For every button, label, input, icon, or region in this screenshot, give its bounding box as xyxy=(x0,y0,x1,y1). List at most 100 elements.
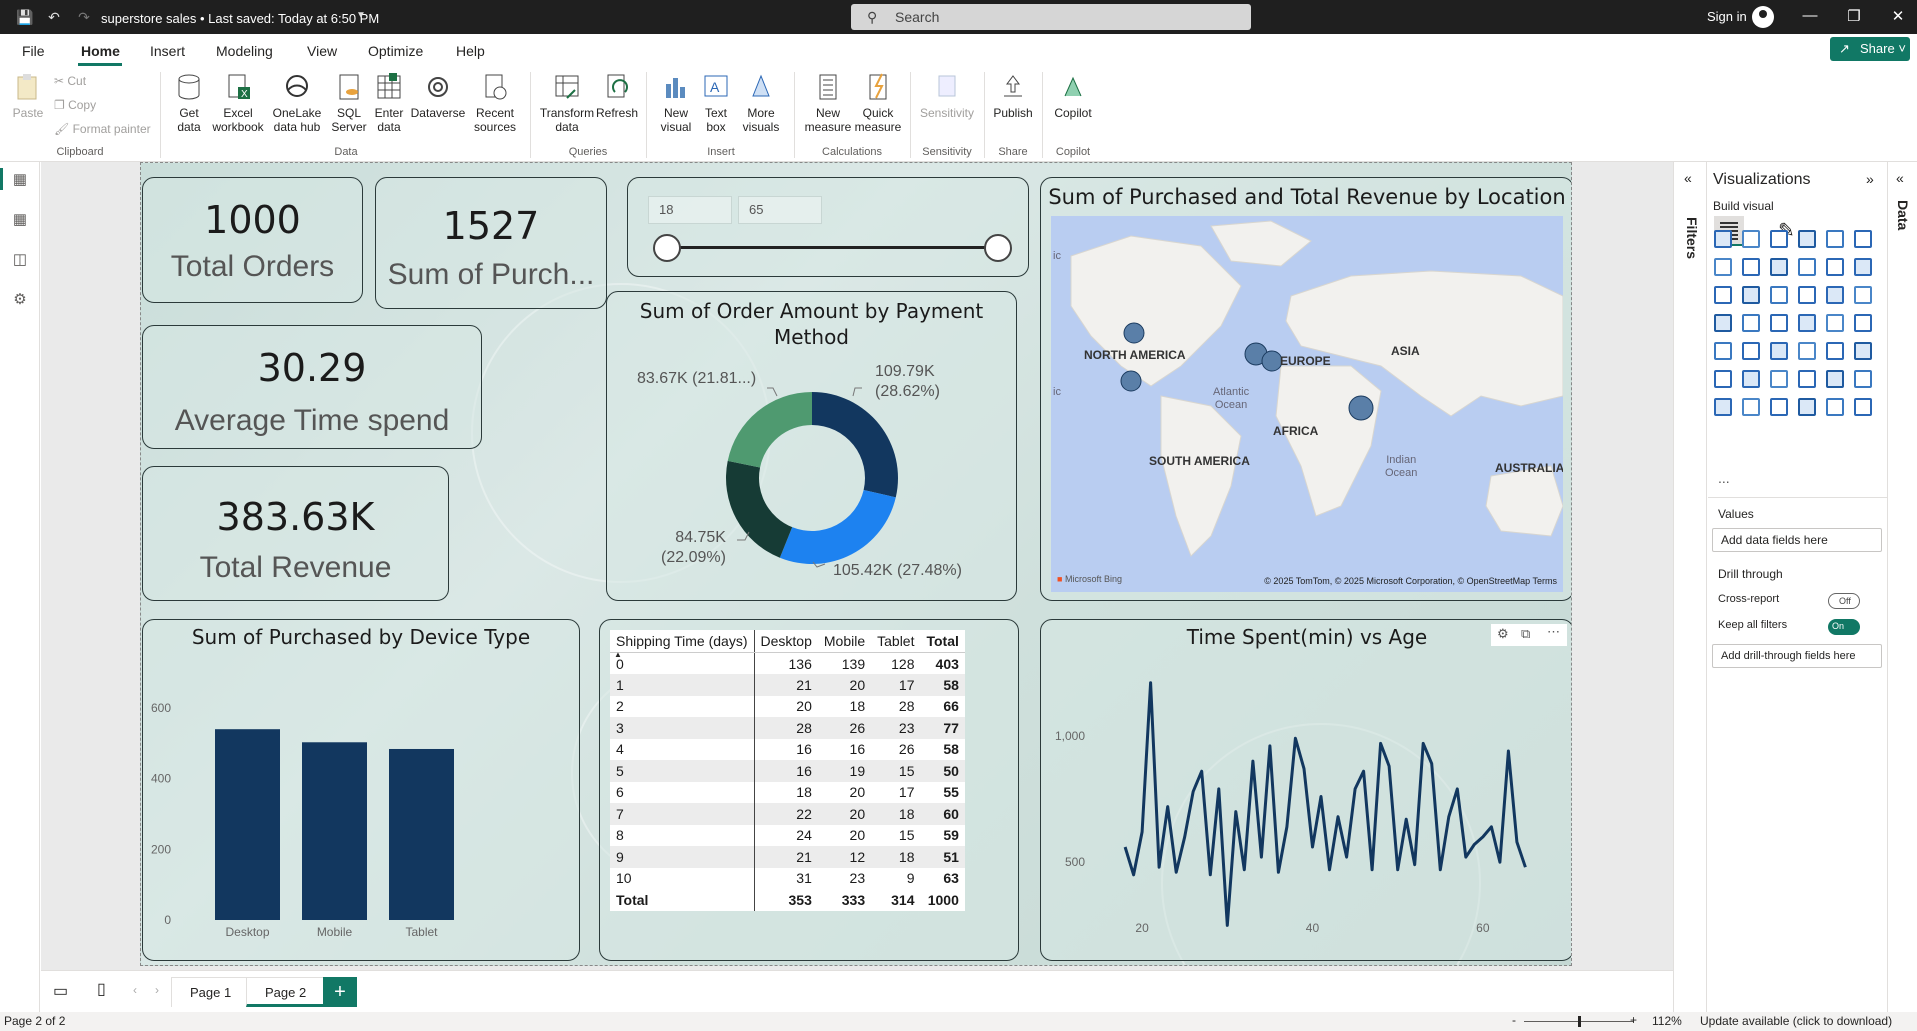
visual-type-icon[interactable] xyxy=(1826,342,1844,360)
visual-type-icon[interactable] xyxy=(1714,286,1732,304)
quick-measure-button[interactable]: Quick measure xyxy=(854,72,902,134)
visual-type-icon[interactable] xyxy=(1826,314,1844,332)
visual-type-icon[interactable] xyxy=(1770,230,1788,248)
visual-type-icon[interactable] xyxy=(1798,314,1816,332)
more-visuals-icon[interactable]: ... xyxy=(1718,470,1730,486)
visual-type-icon[interactable] xyxy=(1798,230,1816,248)
dataverse-button[interactable]: Dataverse xyxy=(410,72,466,120)
format-painter-button[interactable]: 🖌 Format painter xyxy=(54,122,151,136)
save-icon[interactable]: 💾 xyxy=(16,9,33,25)
search-box[interactable]: ⚲ Search xyxy=(851,4,1251,30)
copy-button[interactable]: ❐ Copy xyxy=(54,98,96,112)
slicer-max-handle[interactable] xyxy=(984,234,1012,262)
report-view-icon[interactable]: ▦ xyxy=(10,170,30,190)
menu-help[interactable]: Help xyxy=(456,43,485,59)
visual-type-icon[interactable] xyxy=(1714,258,1732,276)
menu-home[interactable]: Home xyxy=(81,43,120,59)
sign-in-link[interactable]: Sign in xyxy=(1707,9,1747,24)
kpi-card-total-revenue[interactable]: 383.63K Total Revenue xyxy=(142,466,449,601)
sensitivity-button[interactable]: Sensitivity xyxy=(918,72,976,120)
menu-modeling[interactable]: Modeling xyxy=(216,43,273,59)
visual-type-icon[interactable] xyxy=(1714,370,1732,388)
share-button[interactable]: ↗ Share ˅ xyxy=(1830,37,1910,61)
recent-sources-button[interactable]: Recent sources xyxy=(468,72,522,134)
visual-type-icon[interactable] xyxy=(1742,398,1760,416)
zoom-out-button[interactable]: - xyxy=(1512,1013,1516,1027)
map-credit[interactable]: © 2025 TomTom, © 2025 Microsoft Corporat… xyxy=(1264,576,1557,586)
map-bubble[interactable] xyxy=(1123,322,1145,344)
visual-type-icon[interactable] xyxy=(1854,286,1872,304)
publish-button[interactable]: Publish xyxy=(992,72,1034,120)
map-bubble[interactable] xyxy=(1120,370,1142,392)
menu-insert[interactable]: Insert xyxy=(150,43,185,59)
menu-optimize[interactable]: Optimize xyxy=(368,43,423,59)
visual-type-icon[interactable] xyxy=(1798,286,1816,304)
matrix-visual[interactable]: Shipping Time (days) Desktop Mobile Tabl… xyxy=(599,619,1019,961)
values-field-well[interactable]: Add data fields here xyxy=(1712,528,1882,552)
page-tab-2[interactable]: Page 2 xyxy=(246,977,326,1007)
page-tab-1[interactable]: Page 1 xyxy=(171,977,251,1007)
slicer-max-input[interactable]: 65 xyxy=(738,196,822,224)
paste-button[interactable]: Paste xyxy=(12,72,44,120)
matrix-header[interactable]: Desktop xyxy=(754,630,818,653)
title-dropdown-icon[interactable]: ▼ xyxy=(353,8,369,24)
new-measure-button[interactable]: New measure xyxy=(802,72,854,134)
desktop-layout-icon[interactable]: ▭ xyxy=(53,981,68,1001)
line-visual[interactable]: Time Spent(min) vs Age ⚙ ⧉ ⋯ 500 1,000 20 4… xyxy=(1040,619,1571,961)
zoom-slider-thumb[interactable] xyxy=(1578,1016,1581,1027)
update-notice[interactable]: Update available (click to download) xyxy=(1700,1014,1892,1028)
menu-file[interactable]: File xyxy=(22,43,45,59)
visual-type-icon[interactable] xyxy=(1854,230,1872,248)
kpi-card-sum-purchased[interactable]: 1527 Sum of Purch... xyxy=(375,177,607,309)
visual-type-icon[interactable] xyxy=(1798,258,1816,276)
mobile-layout-icon[interactable]: ▯ xyxy=(97,979,106,999)
excel-workbook-button[interactable]: X Excel workbook xyxy=(210,72,266,134)
table-row[interactable]: 8 24 20 15 59 xyxy=(610,824,965,846)
collapse-pane-icon[interactable]: » xyxy=(1866,171,1874,187)
table-row[interactable]: 3 28 26 23 77 xyxy=(610,717,965,739)
restore-icon[interactable]: ❐ xyxy=(1844,7,1864,25)
table-row[interactable]: 0 136 139 128 403 xyxy=(610,652,965,674)
visual-type-icon[interactable] xyxy=(1854,398,1872,416)
map-bubble[interactable] xyxy=(1261,350,1283,372)
visual-type-icon[interactable] xyxy=(1742,342,1760,360)
visual-type-icon[interactable] xyxy=(1854,370,1872,388)
sort-arrow-icon[interactable]: ▲ xyxy=(614,650,622,659)
menu-view[interactable]: View xyxy=(307,43,337,59)
visual-type-icon[interactable] xyxy=(1826,370,1844,388)
table-row[interactable]: 4 16 16 26 58 xyxy=(610,738,965,760)
dax-query-view-icon[interactable]: ⚙ xyxy=(10,290,30,310)
visual-type-icon[interactable] xyxy=(1742,286,1760,304)
visual-type-icon[interactable] xyxy=(1826,398,1844,416)
table-view-icon[interactable]: ▦ xyxy=(10,210,30,230)
visual-type-icon[interactable] xyxy=(1770,398,1788,416)
table-row[interactable]: 2 20 18 28 66 xyxy=(610,695,965,717)
visual-type-icon[interactable] xyxy=(1826,230,1844,248)
table-row[interactable]: 9 21 12 18 51 xyxy=(610,846,965,868)
visual-type-icon[interactable] xyxy=(1770,258,1788,276)
visual-type-icon[interactable] xyxy=(1742,230,1760,248)
map-bubble[interactable] xyxy=(1348,395,1374,421)
visual-type-icon[interactable] xyxy=(1854,258,1872,276)
matrix-header[interactable]: Mobile xyxy=(817,630,872,653)
visual-type-icon[interactable] xyxy=(1798,398,1816,416)
undo-icon[interactable]: ↶ xyxy=(46,9,62,25)
visual-type-icon[interactable] xyxy=(1854,342,1872,360)
visual-type-icon[interactable] xyxy=(1826,258,1844,276)
onelake-button[interactable]: OneLake data hub xyxy=(268,72,326,134)
visual-type-icon[interactable] xyxy=(1770,370,1788,388)
slicer-min-input[interactable]: 18 xyxy=(648,196,732,224)
visual-type-icon[interactable] xyxy=(1742,370,1760,388)
matrix-header[interactable]: Total xyxy=(920,630,965,653)
refresh-button[interactable]: Refresh xyxy=(596,72,638,120)
visual-type-icon[interactable] xyxy=(1742,314,1760,332)
minimize-icon[interactable]: — xyxy=(1800,7,1820,24)
map-visual[interactable]: Sum of Purchased and Total Revenue by Lo… xyxy=(1040,177,1571,601)
visual-type-icon[interactable] xyxy=(1770,342,1788,360)
visual-type-icon[interactable] xyxy=(1770,286,1788,304)
visual-type-icon[interactable] xyxy=(1714,314,1732,332)
expand-filters-icon[interactable]: « xyxy=(1684,170,1692,186)
transform-data-button[interactable]: Transform data xyxy=(538,72,596,134)
previous-page-icon[interactable]: ‹ xyxy=(133,983,137,997)
matrix-header[interactable]: Tablet xyxy=(871,630,921,653)
